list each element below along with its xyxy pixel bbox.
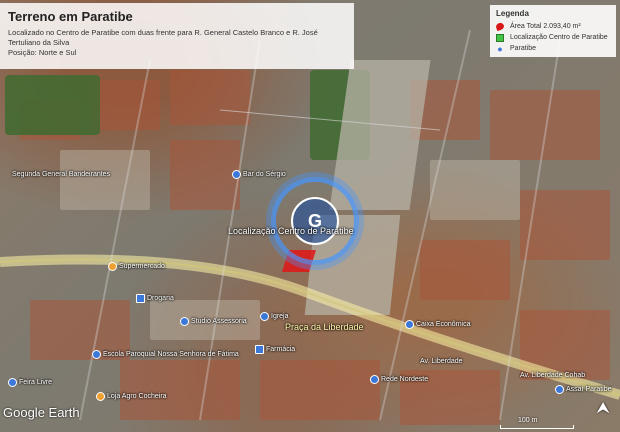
place-drogaria[interactable]: Drogaria [136, 294, 174, 303]
street-line [219, 109, 441, 131]
legend-item-paratibe[interactable]: ● Paratibe [496, 43, 610, 54]
google-earth-logo: Google Earth [3, 405, 80, 420]
map-pin-icon [370, 375, 379, 384]
place-loja-agro[interactable]: Loja Agro Cocheira [96, 392, 167, 401]
place-supermercado[interactable]: Supermercado [108, 262, 165, 271]
legend-title: Legenda [496, 9, 529, 18]
street-line [79, 59, 151, 421]
shopping-pin-icon [96, 392, 105, 401]
legend-item-area[interactable]: Área Total 2.093,40 m² [495, 21, 610, 32]
place-bar[interactable]: Bar do Sérgio [232, 170, 286, 179]
place-farmacia[interactable]: Farmácia [255, 345, 295, 354]
green-square-icon [496, 33, 504, 42]
location-target[interactable]: G [271, 177, 359, 265]
place-assai[interactable]: Assaí Paratibe [555, 385, 612, 394]
road-label-av-liberdade-cohab: Av. Liberdade Cohab [520, 372, 586, 379]
page-title: Terreno em Paratibe [8, 9, 133, 24]
scale-label: 100 m [518, 417, 538, 424]
map-pin-icon [260, 312, 269, 321]
road-label-praca: Praça da Liberdade [285, 322, 364, 332]
compass-icon[interactable]: ⮝ [590, 396, 616, 422]
road-label-segunda: Segunda General Bandeirantes [12, 171, 111, 178]
place-feira[interactable]: Feira Livre [8, 378, 52, 387]
red-area-icon [495, 21, 505, 32]
scale-bar: 100 m [500, 417, 574, 429]
map-pin-icon [555, 385, 564, 394]
legend-item-localizacao[interactable]: Localização Centro de Paratibe [496, 32, 610, 43]
location-marker-icon: G [291, 197, 339, 245]
legend-panel: Legenda Área Total 2.093,40 m² Localizaç… [490, 5, 616, 57]
title-panel: Terreno em Paratibe Localizado no Centro… [0, 3, 354, 69]
place-igreja[interactable]: Igreja [260, 312, 289, 321]
store-icon [136, 294, 145, 303]
place-rede[interactable]: Rede Nordeste [370, 375, 428, 384]
map-pin-icon [180, 317, 189, 326]
place-studio[interactable]: Studio Assessoria [180, 317, 247, 326]
map-pin-icon [405, 320, 414, 329]
place-escola[interactable]: Escola Paroquial Nossa Senhora de Fátima [92, 350, 239, 359]
store-icon [255, 345, 264, 354]
target-label: Localização Centro de Paratibe [228, 226, 354, 236]
map-pin-icon [232, 170, 241, 179]
place-caixa[interactable]: Caixa Econômica [405, 320, 470, 329]
position-line: Posição: Norte e Sul [8, 48, 77, 57]
description-line: Localizado no Centro de Paratibe com dua… [8, 28, 318, 47]
map-pin-icon [8, 378, 17, 387]
scale-line [500, 425, 574, 429]
shopping-pin-icon [108, 262, 117, 271]
road-label-av-liberdade: Av. Liberdade [420, 358, 463, 365]
map-pin-icon: ● [497, 43, 503, 54]
map-pin-icon [92, 350, 101, 359]
